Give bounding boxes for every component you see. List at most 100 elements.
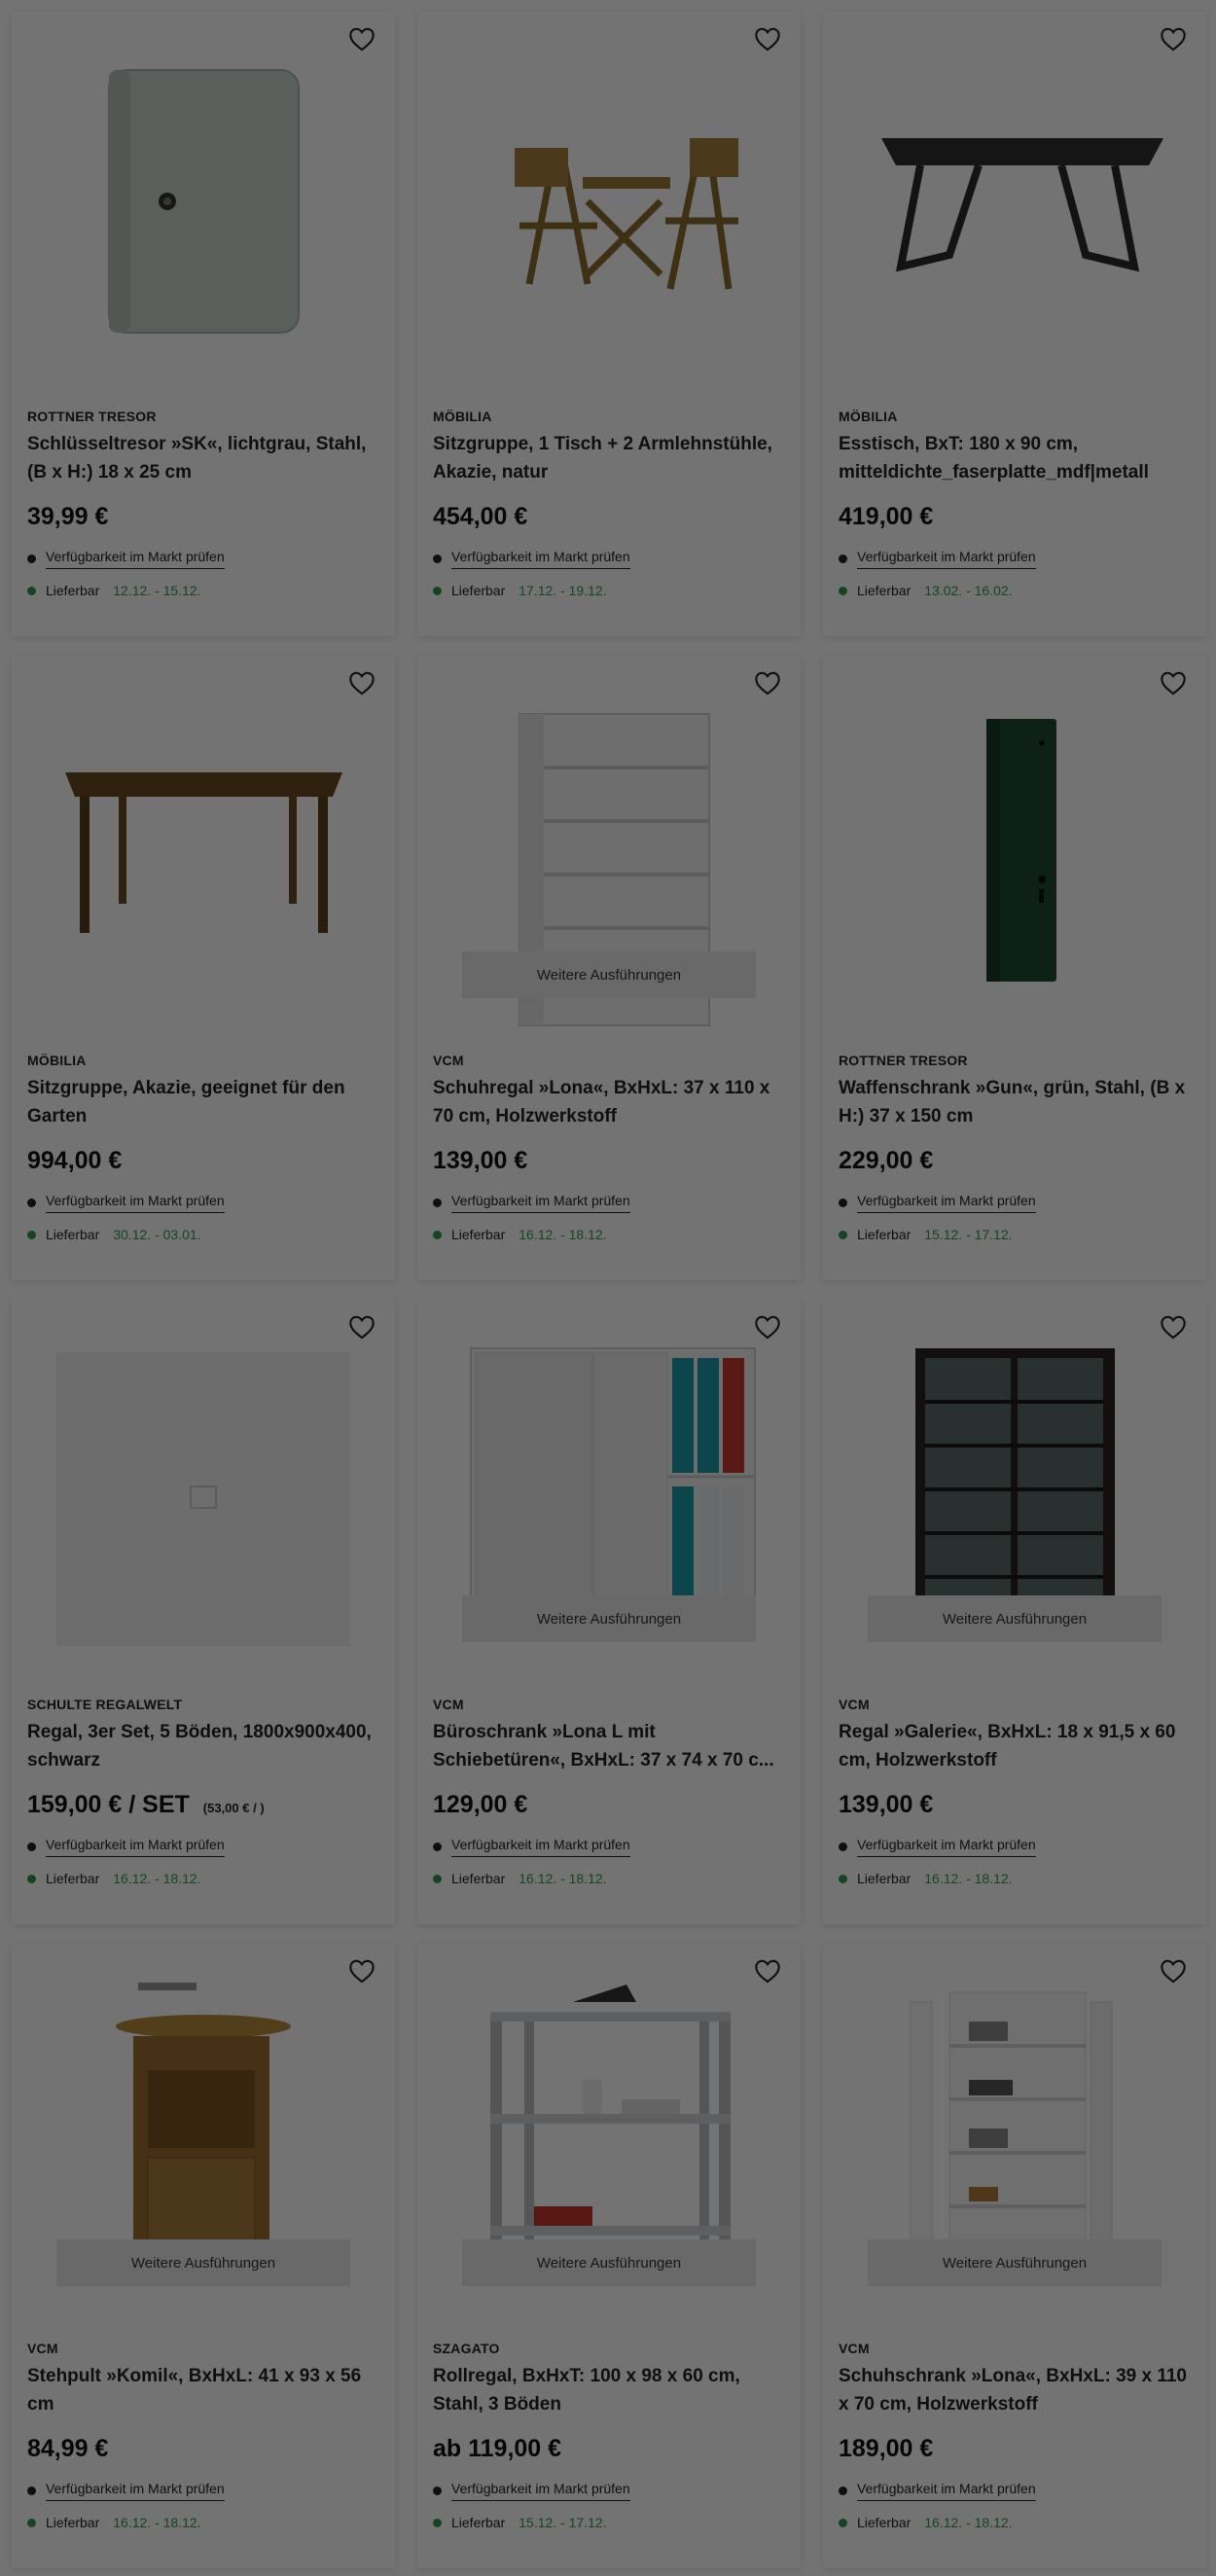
- check-availability-link[interactable]: Verfügbarkeit im Markt prüfen: [857, 549, 1036, 569]
- delivery-row: Lieferbar 16.12. - 18.12.: [27, 2515, 379, 2530]
- product-title[interactable]: Rollregal, BxHxT: 100 x 98 x 60 cm, Stah…: [433, 2362, 785, 2418]
- product-card[interactable]: ROTTNER TRESOR Schlüsseltresor »SK«, lich…: [12, 12, 395, 636]
- favorite-heart-icon[interactable]: [750, 1309, 785, 1344]
- more-variants-button[interactable]: Weitere Ausführungen: [868, 2239, 1162, 2286]
- availability-dot-icon: [27, 2487, 36, 2495]
- product-info: VCM Regal »Galerie«, BxHxL: 18 x 91,5 x 6…: [839, 1697, 1191, 1886]
- product-info: VCM Stehpult »Komil«, BxHxL: 41 x 93 x 56…: [27, 2341, 379, 2530]
- product-brand: ROTTNER TRESOR: [27, 409, 157, 424]
- product-title[interactable]: Esstisch, BxT: 180 x 90 cm, mitteldichte…: [839, 430, 1191, 486]
- check-availability-link[interactable]: Verfügbarkeit im Markt prüfen: [857, 1837, 1036, 1857]
- favorite-heart-icon[interactable]: [1156, 1309, 1191, 1344]
- availability-row: Verfügbarkeit im Markt prüfen: [433, 549, 785, 569]
- delivery-status-dot-icon: [27, 586, 36, 595]
- check-availability-link[interactable]: Verfügbarkeit im Markt prüfen: [46, 549, 225, 569]
- favorite-heart-icon[interactable]: [344, 665, 379, 700]
- more-variants-button[interactable]: Weitere Ausführungen: [462, 1595, 756, 1642]
- product-price: 129,00 €: [433, 1791, 528, 1818]
- product-card[interactable]: SCHULTE REGALWELT Regal, 3er Set, 5 Böden…: [12, 1300, 395, 1924]
- product-card[interactable]: MÖBILIA Esstisch, BxT: 180 x 90 cm, mitte…: [823, 12, 1206, 636]
- product-image[interactable]: [823, 656, 1206, 1045]
- check-availability-link[interactable]: Verfügbarkeit im Markt prüfen: [451, 2481, 630, 2501]
- product-card[interactable]: ROTTNER TRESOR Waffenschrank »Gun«, grün,…: [823, 656, 1206, 1280]
- product-card[interactable]: Weitere Ausführungen VCM Schuhregal »Lona«…: [417, 656, 801, 1280]
- price-row: ab 119,00 €: [433, 2435, 785, 2463]
- delivery-status-dot-icon: [433, 2518, 442, 2527]
- availability-dot-icon: [27, 555, 36, 563]
- favorite-heart-icon[interactable]: [750, 1953, 785, 1988]
- delivery-row: Lieferbar 17.12. - 19.12.: [433, 583, 785, 598]
- delivery-status-dot-icon: [839, 586, 847, 595]
- check-availability-link[interactable]: Verfügbarkeit im Markt prüfen: [46, 2481, 225, 2501]
- product-card[interactable]: Weitere Ausführungen VCM Büroschrank »Lona…: [417, 1300, 801, 1924]
- product-title[interactable]: Sitzgruppe, Akazie, geeignet für den Gar…: [27, 1074, 379, 1130]
- favorite-heart-icon[interactable]: [344, 1309, 379, 1344]
- delivery-dates: 17.12. - 19.12.: [519, 583, 607, 598]
- check-availability-link[interactable]: Verfügbarkeit im Markt prüfen: [451, 549, 630, 569]
- product-info: SZAGATO Rollregal, BxHxT: 100 x 98 x 60 c…: [433, 2341, 785, 2530]
- delivery-row: Lieferbar 13.02. - 16.02.: [839, 583, 1191, 598]
- product-title[interactable]: Schlüsseltresor »SK«, lichtgrau, Stahl, …: [27, 430, 379, 486]
- delivery-dates: 16.12. - 18.12.: [924, 1871, 1013, 1886]
- delivery-dates: 15.12. - 17.12.: [924, 1227, 1013, 1242]
- delivery-row: Lieferbar 16.12. - 18.12.: [27, 1871, 379, 1886]
- availability-row: Verfügbarkeit im Markt prüfen: [27, 1837, 379, 1857]
- check-availability-link[interactable]: Verfügbarkeit im Markt prüfen: [451, 1837, 630, 1857]
- delivery-row: Lieferbar 16.12. - 18.12.: [839, 1871, 1191, 1886]
- product-title[interactable]: Schuhschrank »Lona«, BxHxL: 39 x 110 x 7…: [839, 2362, 1191, 2418]
- product-price: 994,00 €: [27, 1147, 123, 1174]
- check-availability-link[interactable]: Verfügbarkeit im Markt prüfen: [46, 1837, 225, 1857]
- check-availability-link[interactable]: Verfügbarkeit im Markt prüfen: [857, 2481, 1036, 2501]
- favorite-heart-icon[interactable]: [1156, 1953, 1191, 1988]
- product-image[interactable]: [12, 12, 395, 401]
- product-title[interactable]: Waffenschrank »Gun«, grün, Stahl, (B x H…: [839, 1074, 1191, 1130]
- availability-row: Verfügbarkeit im Markt prüfen: [839, 549, 1191, 569]
- product-title[interactable]: Regal »Galerie«, BxHxL: 18 x 91,5 x 60 c…: [839, 1718, 1191, 1774]
- product-image[interactable]: [417, 12, 801, 401]
- check-availability-link[interactable]: Verfügbarkeit im Markt prüfen: [857, 1193, 1036, 1213]
- product-title[interactable]: Büroschrank »Lona L mit Schiebetüren«, B…: [433, 1718, 785, 1774]
- price-row: 189,00 €: [839, 2435, 1191, 2463]
- product-title[interactable]: Regal, 3er Set, 5 Böden, 1800x900x400, s…: [27, 1718, 379, 1774]
- product-title[interactable]: Stehpult »Komil«, BxHxL: 41 x 93 x 56 cm: [27, 2362, 379, 2418]
- delivery-status-dot-icon: [839, 1230, 847, 1239]
- product-image[interactable]: [12, 656, 395, 1045]
- price-row: 229,00 €: [839, 1147, 1191, 1175]
- product-info: MÖBILIA Esstisch, BxT: 180 x 90 cm, mitte…: [839, 409, 1191, 598]
- favorite-heart-icon[interactable]: [344, 1953, 379, 1988]
- favorite-heart-icon[interactable]: [344, 21, 379, 56]
- product-card[interactable]: Weitere Ausführungen SZAGATO Rollregal, Bx…: [417, 1944, 801, 2568]
- product-title[interactable]: Schuhregal »Lona«, BxHxL: 37 x 110 x 70 …: [433, 1074, 785, 1130]
- favorite-heart-icon[interactable]: [1156, 665, 1191, 700]
- product-image[interactable]: [823, 12, 1206, 401]
- product-card[interactable]: MÖBILIA Sitzgruppe, Akazie, geeignet für …: [12, 656, 395, 1280]
- product-image[interactable]: [12, 1300, 395, 1689]
- delivery-row: Lieferbar 12.12. - 15.12.: [27, 583, 379, 598]
- favorite-heart-icon[interactable]: [750, 21, 785, 56]
- check-availability-link[interactable]: Verfügbarkeit im Markt prüfen: [451, 1193, 630, 1213]
- favorite-heart-icon[interactable]: [1156, 21, 1191, 56]
- product-card[interactable]: Weitere Ausführungen VCM Stehpult »Komil«,…: [12, 1944, 395, 2568]
- more-variants-button[interactable]: Weitere Ausführungen: [56, 2239, 350, 2286]
- price-row: 84,99 €: [27, 2435, 379, 2463]
- product-title[interactable]: Sitzgruppe, 1 Tisch + 2 Armlehnstühle, A…: [433, 430, 785, 486]
- availability-dot-icon: [27, 1199, 36, 1207]
- product-card[interactable]: MÖBILIA Sitzgruppe, 1 Tisch + 2 Armlehnst…: [417, 12, 801, 636]
- product-card[interactable]: Weitere Ausführungen VCM Regal »Galerie«, …: [823, 1300, 1206, 1924]
- availability-dot-icon: [839, 2487, 847, 2495]
- more-variants-button[interactable]: Weitere Ausführungen: [462, 951, 756, 998]
- more-variants-button[interactable]: Weitere Ausführungen: [868, 1595, 1162, 1642]
- product-price: 139,00 €: [433, 1147, 528, 1174]
- availability-row: Verfügbarkeit im Markt prüfen: [27, 1193, 379, 1213]
- delivery-row: Lieferbar 16.12. - 18.12.: [839, 2515, 1191, 2530]
- check-availability-link[interactable]: Verfügbarkeit im Markt prüfen: [46, 1193, 225, 1213]
- delivery-dates: 12.12. - 15.12.: [113, 583, 201, 598]
- delivery-status-dot-icon: [433, 1874, 442, 1883]
- product-price: 84,99 €: [27, 2435, 109, 2462]
- more-variants-button[interactable]: Weitere Ausführungen: [462, 2239, 756, 2286]
- availability-dot-icon: [433, 1199, 442, 1207]
- product-card[interactable]: Weitere Ausführungen VCM Schuhschrank »Lon…: [823, 1944, 1206, 2568]
- delivery-status-dot-icon: [27, 1230, 36, 1239]
- favorite-heart-icon[interactable]: [750, 665, 785, 700]
- product-brand: VCM: [433, 1053, 464, 1068]
